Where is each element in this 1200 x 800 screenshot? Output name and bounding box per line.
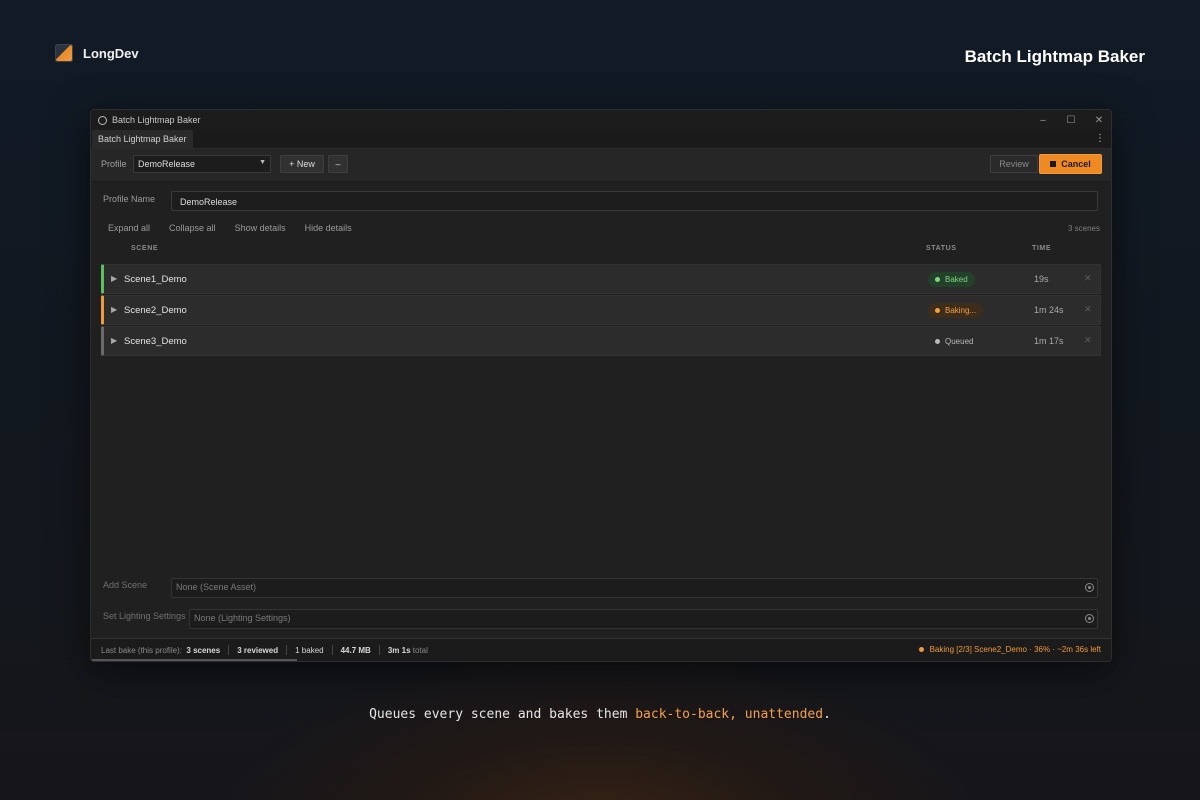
last-bake-summary: Last bake (this profile): 3 scenes 3 rev… [101,645,428,655]
expand-arrow-icon[interactable]: ▶ [111,305,117,314]
status-badge: Baked [928,272,975,287]
window-title: Batch Lightmap Baker [112,115,201,125]
status-text: Baked [945,275,968,284]
tagline: Queues every scene and bakes them back-t… [0,707,1200,722]
stop-icon [1050,161,1057,167]
remove-scene-icon[interactable]: ✕ [1084,273,1092,284]
bake-time: 1m 17s [1034,336,1064,346]
view-links: Expand all Collapse all Show details Hid… [108,223,352,233]
summary-baked: 1 baked [295,645,324,655]
hide-details-link[interactable]: Hide details [305,223,352,233]
toolbar: Profile DemoRelease ▼ + New – Review Can… [91,149,1111,182]
add-scene-label: Add Scene [103,580,148,590]
status-dot-icon [935,339,940,344]
summary-total-label: total [412,645,428,655]
tab-row: Batch Lightmap Baker ⋮ [91,130,1111,149]
add-scene-field[interactable]: None (Scene Asset) [171,578,1098,598]
new-profile-button[interactable]: + New [280,155,324,173]
table-row[interactable]: ▶ Scene3_Demo Queued 1m 17s ✕ [101,326,1101,356]
hero-title: Batch Lightmap Baker [964,47,1145,66]
profile-name-label: Profile Name [103,194,156,204]
bake-time: 19s [1034,274,1049,284]
summary-size: 44.7 MB [340,645,371,655]
status-text: Queued [945,337,974,346]
tagline-highlight: back-to-back, unattended [635,707,824,722]
kebab-menu-icon[interactable]: ⋮ [1095,133,1105,144]
scene-name: Scene3_Demo [124,336,187,347]
tagline-part-1: Queues every scene and bakes them [369,707,636,722]
scene-count: 3 scenes [1067,224,1100,233]
bake-progress-text: Baking [2/3] Scene2_Demo · 36% · ~2m 36s… [929,645,1101,654]
tagline-part-2: . [823,707,831,722]
longdev-logo-icon [55,44,73,62]
chevron-down-icon: ▼ [259,159,266,166]
window-titlebar[interactable]: Batch Lightmap Baker – ☐ ✕ [91,110,1111,130]
scene-name: Scene2_Demo [124,305,187,316]
profile-dropdown-value: DemoRelease [138,159,196,169]
lighting-settings-placeholder: None (Lighting Settings) [194,613,291,623]
status-badge: Queued [928,334,981,349]
object-picker-icon[interactable] [1085,614,1094,623]
scene-name: Scene1_Demo [124,274,187,285]
expand-arrow-icon[interactable]: ▶ [111,274,117,283]
last-bake-prefix: Last bake (this profile): [101,645,182,655]
status-bar: Last bake (this profile): 3 scenes 3 rev… [91,638,1111,661]
remove-scene-icon[interactable]: ✕ [1084,304,1092,315]
add-scene-placeholder: None (Scene Asset) [176,582,257,592]
bake-progress-status: Baking [2/3] Scene2_Demo · 36% · ~2m 36s… [918,645,1101,654]
unity-window-icon [98,115,107,125]
object-picker-icon[interactable] [1085,583,1094,592]
summary-scenes: 3 scenes [186,645,221,655]
expand-all-link[interactable]: Expand all [108,223,150,233]
profile-label: Profile [101,159,127,169]
close-icon[interactable]: ✕ [1093,115,1105,126]
window-controls: – ☐ ✕ [1037,110,1105,130]
column-header-time: TIME [1032,245,1052,252]
cancel-button-label: Cancel [1061,159,1091,169]
summary-total-time: 3m 1s [387,645,411,655]
status-dot-icon [935,277,940,282]
tab-batch-lightmap-baker[interactable]: Batch Lightmap Baker [92,130,193,148]
remove-scene-icon[interactable]: ✕ [1084,335,1092,346]
lighting-settings-field[interactable]: None (Lighting Settings) [189,609,1098,629]
remove-profile-button[interactable]: – [328,155,348,173]
cancel-button[interactable]: Cancel [1039,154,1102,174]
baker-window: Batch Lightmap Baker – ☐ ✕ Batch Lightma… [90,109,1112,662]
table-row[interactable]: ▶ Scene2_Demo Baking... 1m 24s ✕ [101,295,1101,325]
lighting-settings-label: Set Lighting Settings [103,611,186,621]
brand-name: LongDev [83,45,139,61]
expand-arrow-icon[interactable]: ▶ [111,336,117,345]
maximize-icon[interactable]: ☐ [1065,115,1077,126]
table-row[interactable]: ▶ Scene1_Demo Baked 19s ✕ [101,264,1101,294]
profile-name-input[interactable]: DemoRelease [171,191,1098,211]
progress-dot-icon [918,647,924,652]
status-dot-icon [935,308,940,313]
brand: LongDev [55,44,139,62]
bake-progress-bar [91,659,297,661]
show-details-link[interactable]: Show details [235,223,286,233]
status-text: Baking... [945,306,977,315]
bake-time: 1m 24s [1034,305,1064,315]
collapse-all-link[interactable]: Collapse all [169,223,216,233]
minimize-icon[interactable]: – [1037,115,1049,126]
column-header-scene: SCENE [131,245,159,252]
review-button[interactable]: Review [990,155,1038,173]
profile-dropdown[interactable]: DemoRelease ▼ [133,155,271,173]
column-header-status: STATUS [926,245,957,252]
status-badge: Baking... [928,303,984,318]
summary-reviewed: 3 reviewed [237,645,279,655]
